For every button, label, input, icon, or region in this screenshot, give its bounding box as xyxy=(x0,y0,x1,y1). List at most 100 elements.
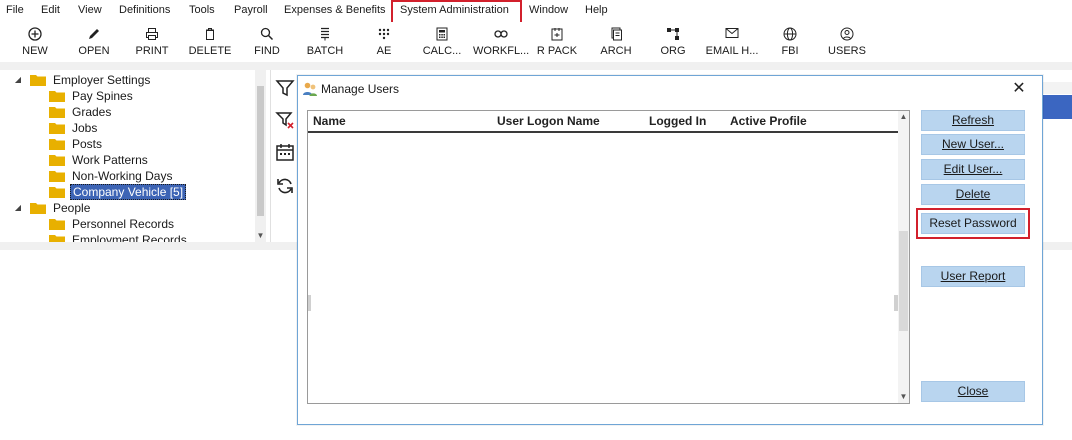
find-button[interactable]: FIND xyxy=(250,24,284,62)
tree-item-label: Company Vehicle [5] xyxy=(70,184,187,200)
calc-button[interactable]: CALC... xyxy=(420,24,464,62)
menu-help[interactable]: Help xyxy=(585,0,608,22)
users-group-icon xyxy=(303,82,317,96)
edit-user-button[interactable]: Edit User... xyxy=(921,159,1025,180)
menu-payroll[interactable]: Payroll xyxy=(234,0,268,22)
org-button[interactable]: ORG xyxy=(656,24,690,62)
close-button[interactable]: Close xyxy=(921,381,1025,402)
collapse-caret-icon[interactable]: ◢ xyxy=(12,72,24,88)
tree-item-posts[interactable]: Posts xyxy=(49,136,104,152)
folder-icon xyxy=(30,75,46,86)
delete-toolbar-button[interactable]: DELETE xyxy=(188,24,232,62)
tree-item-label: Pay Spines xyxy=(72,89,133,103)
archive-icon xyxy=(598,27,634,45)
tree-scroll-thumb[interactable] xyxy=(257,86,264,216)
arch-label: ARCH xyxy=(600,45,632,57)
delete-button[interactable]: Delete xyxy=(921,184,1025,205)
envelope-icon xyxy=(702,27,762,45)
tree-item-employment-records[interactable]: Employment Records xyxy=(49,232,189,242)
refresh-button[interactable]: Refresh xyxy=(921,110,1025,131)
folder-icon xyxy=(49,155,65,166)
tree-scrollbar[interactable]: ▼ xyxy=(255,70,266,242)
dialog-title-bar[interactable]: Manage Users ✕ xyxy=(298,76,1042,104)
filter-clear-icon[interactable] xyxy=(275,110,295,130)
tree-item-label: Non-Working Days xyxy=(72,169,173,183)
refresh-icon[interactable] xyxy=(275,176,295,196)
dialog-title: Manage Users xyxy=(321,82,400,96)
tree-item-grades[interactable]: Grades xyxy=(49,104,113,120)
tree-item-people[interactable]: ◢ People xyxy=(15,200,92,216)
calculator-icon xyxy=(420,27,464,45)
user-report-button[interactable]: User Report xyxy=(921,266,1025,287)
tree-item-label: Posts xyxy=(72,137,103,151)
close-icon[interactable]: ✕ xyxy=(1010,81,1028,99)
users-grid[interactable]: Name User Logon Name Logged In Active Pr… xyxy=(307,110,910,404)
fbi-button[interactable]: FBI xyxy=(776,24,804,62)
scroll-up-icon[interactable]: ▲ xyxy=(898,111,909,123)
tree-item-label: Employer Settings xyxy=(53,73,151,87)
workflow-icon xyxy=(473,27,529,45)
folder-icon xyxy=(49,107,65,118)
new-user-button[interactable]: New User... xyxy=(921,134,1025,155)
folder-icon xyxy=(49,91,65,102)
batch-label: BATCH xyxy=(306,45,344,57)
print-button[interactable]: PRINT xyxy=(132,24,172,62)
menu-window[interactable]: Window xyxy=(529,0,568,22)
grid-resize-handle-left[interactable] xyxy=(308,295,311,311)
scroll-down-icon[interactable]: ▼ xyxy=(255,230,266,242)
column-header-name[interactable]: Name xyxy=(313,114,346,128)
tree-item-pay-spines[interactable]: Pay Spines xyxy=(49,88,135,104)
tree-item-non-working-days[interactable]: Non-Working Days xyxy=(49,168,174,184)
trash-icon xyxy=(188,27,232,45)
new-button[interactable]: NEW xyxy=(18,24,52,62)
ae-label: AE xyxy=(376,45,392,57)
workflow-button[interactable]: WORKFL... xyxy=(473,24,529,62)
menu-file[interactable]: File xyxy=(6,0,24,22)
tree-item-label: Grades xyxy=(72,105,112,119)
menu-view[interactable]: View xyxy=(78,0,102,22)
column-header-user-logon-name[interactable]: User Logon Name xyxy=(497,114,600,128)
menu-edit[interactable]: Edit xyxy=(41,0,60,22)
r-pack-label: R PACK xyxy=(536,45,578,57)
scroll-down-icon[interactable]: ▼ xyxy=(898,391,909,403)
pack-icon xyxy=(535,27,579,45)
folder-icon xyxy=(49,187,65,198)
collapse-caret-icon[interactable]: ◢ xyxy=(12,200,24,216)
tree-item-employer-settings[interactable]: ◢ Employer Settings xyxy=(15,72,152,88)
tree-item-label: Work Patterns xyxy=(72,153,148,167)
tree-item-work-patterns[interactable]: Work Patterns xyxy=(49,152,150,168)
filter-icon[interactable] xyxy=(275,78,295,98)
toolbar-separator xyxy=(0,62,1072,70)
users-label: USERS xyxy=(828,45,866,57)
tree-item-company-vehicle[interactable]: Company Vehicle [5] xyxy=(49,184,187,200)
column-header-logged-in[interactable]: Logged In xyxy=(649,114,706,128)
tree-item-personnel-records[interactable]: Personnel Records xyxy=(49,216,176,232)
tree-item-jobs[interactable]: Jobs xyxy=(49,120,99,136)
column-header-active-profile[interactable]: Active Profile xyxy=(730,114,807,128)
menu-tools[interactable]: Tools xyxy=(189,0,215,22)
magnifier-icon xyxy=(250,27,284,45)
user-icon xyxy=(826,27,868,45)
grid-scroll-thumb[interactable] xyxy=(899,231,908,331)
calc-label: CALC... xyxy=(422,45,462,57)
side-tool-column xyxy=(270,70,298,242)
navigation-tree[interactable]: ◢ Employer Settings Pay Spines Grades Jo… xyxy=(8,70,266,242)
tree-item-label: Employment Records xyxy=(72,233,187,242)
email-button[interactable]: EMAIL H... xyxy=(702,24,762,62)
menu-definitions[interactable]: Definitions xyxy=(119,0,170,22)
menu-bar: File Edit View Definitions Tools Payroll… xyxy=(0,0,1072,22)
r-pack-button[interactable]: R PACK xyxy=(535,24,579,62)
batch-icon xyxy=(304,27,346,45)
globe-icon xyxy=(776,27,804,45)
open-label: OPEN xyxy=(78,45,110,57)
grid-scrollbar[interactable]: ▲ ▼ xyxy=(898,111,909,403)
ae-button[interactable]: AE xyxy=(370,24,398,62)
batch-button[interactable]: BATCH xyxy=(304,24,346,62)
users-button[interactable]: USERS xyxy=(826,24,868,62)
menu-expenses-benefits[interactable]: Expenses & Benefits xyxy=(284,0,386,22)
folder-icon xyxy=(49,139,65,150)
arch-button[interactable]: ARCH xyxy=(598,24,634,62)
open-button[interactable]: OPEN xyxy=(74,24,114,62)
folder-icon xyxy=(30,203,46,214)
calendar-icon[interactable] xyxy=(275,142,295,162)
